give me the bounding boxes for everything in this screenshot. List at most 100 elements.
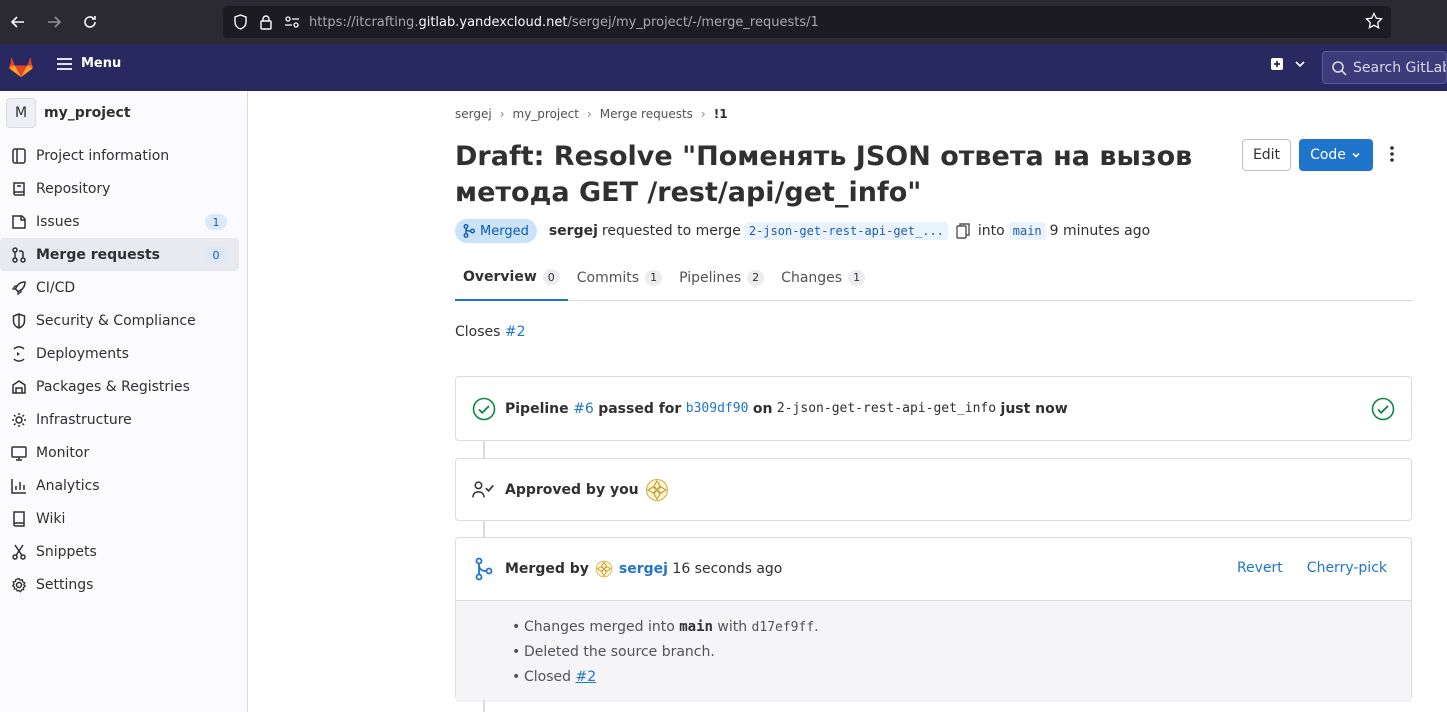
status-label: Merged xyxy=(480,223,529,239)
author-link[interactable]: sergej xyxy=(549,223,598,239)
chevron-down-icon xyxy=(1352,152,1360,158)
pipeline-branch[interactable]: 2-json-get-rest-api-get_info xyxy=(777,401,996,416)
timeline-connector xyxy=(483,700,485,712)
sidebar-item-monitor[interactable]: Monitor xyxy=(0,436,239,469)
url-path: /sergej/my_project/-/merge_requests/1 xyxy=(567,14,819,30)
sidebar-item-settings[interactable]: Settings xyxy=(0,568,239,601)
gitlab-topbar: Menu Search GitLab xyxy=(0,44,1447,91)
closes-text: Closes xyxy=(455,324,501,340)
tab-count: 0 xyxy=(542,269,560,285)
merged-actions: Revert Cherry-pick xyxy=(1237,560,1387,576)
sidebar-item-label: Monitor xyxy=(36,444,90,461)
user-avatar[interactable] xyxy=(645,478,669,502)
edit-button[interactable]: Edit xyxy=(1242,139,1291,171)
sidebar-item-security[interactable]: Security & Compliance xyxy=(0,304,239,337)
tab-count: 1 xyxy=(848,269,866,286)
search-input[interactable]: Search GitLab xyxy=(1322,51,1447,84)
closed-issue-link[interactable]: #2 xyxy=(575,669,596,685)
closes-issue-link[interactable]: #2 xyxy=(505,324,526,340)
sidebar-item-label: Repository xyxy=(36,180,111,197)
target-branch[interactable]: main xyxy=(1008,222,1046,240)
project-avatar: M xyxy=(6,98,36,128)
breadcrumb: sergej › my_project › Merge requests › !… xyxy=(455,107,728,121)
mr-meta: Merged sergej requested to merge 2-json-… xyxy=(455,219,1150,243)
project-header[interactable]: M my_project xyxy=(0,91,247,135)
source-branch[interactable]: 2-json-get-rest-api-get_... xyxy=(744,222,948,240)
forward-icon[interactable] xyxy=(36,0,72,44)
breadcrumb-separator-icon: › xyxy=(586,107,592,121)
stage-success-icon[interactable] xyxy=(1371,397,1395,425)
revert-button[interactable]: Revert xyxy=(1237,560,1283,576)
project-info-icon xyxy=(11,147,27,164)
lock-icon[interactable] xyxy=(253,6,279,38)
sidebar-item-label: Wiki xyxy=(36,510,66,527)
sidebar-item-issues[interactable]: Issues 1 xyxy=(0,205,239,238)
gitlab-logo-icon[interactable] xyxy=(8,53,34,83)
tab-label: Changes xyxy=(781,269,843,286)
merge-icon xyxy=(463,224,475,238)
copy-icon[interactable] xyxy=(956,223,970,239)
status-success-icon[interactable] xyxy=(472,397,496,421)
menu-button[interactable]: Menu xyxy=(56,56,121,71)
breadcrumb-current[interactable]: !1 xyxy=(714,107,728,121)
code-dropdown-button[interactable]: Code xyxy=(1299,139,1373,171)
more-actions-icon[interactable] xyxy=(1390,145,1394,167)
timeline-connector xyxy=(483,441,485,458)
reload-icon[interactable] xyxy=(72,0,108,44)
wiki-book-icon xyxy=(11,510,27,527)
pipeline-label: Pipeline xyxy=(505,400,569,417)
sidebar-item-wiki[interactable]: Wiki xyxy=(0,502,239,535)
back-icon[interactable] xyxy=(0,0,36,44)
shield-icon xyxy=(11,312,27,329)
plus-square-icon xyxy=(1271,58,1283,70)
sidebar-item-merge-requests[interactable]: Merge requests 0 xyxy=(0,238,239,271)
tab-overview[interactable]: Overview 0 xyxy=(455,255,568,301)
breadcrumb-project[interactable]: my_project xyxy=(513,107,579,121)
breadcrumb-user[interactable]: sergej xyxy=(455,107,492,121)
sidebar-item-analytics[interactable]: Analytics xyxy=(0,469,239,502)
tab-changes[interactable]: Changes 1 xyxy=(773,255,873,300)
with-text: with xyxy=(717,619,748,635)
user-avatar[interactable] xyxy=(595,560,613,578)
mr-description: Closes #2 xyxy=(455,324,526,340)
sidebar-item-repository[interactable]: Repository xyxy=(0,172,239,205)
sidebar-item-snippets[interactable]: Snippets xyxy=(0,535,239,568)
pipeline-link[interactable]: #6 xyxy=(573,401,594,417)
commit-link[interactable]: b309df90 xyxy=(686,401,749,416)
sidebar-item-ci-cd[interactable]: CI/CD xyxy=(0,271,239,304)
bookmark-star-icon[interactable] xyxy=(1365,12,1383,34)
sidebar-item-packages[interactable]: Packages & Registries xyxy=(0,370,239,403)
merged-by-user-link[interactable]: sergej xyxy=(619,561,668,577)
pipeline-widget: Pipeline #6 passed for b309df90 on 2-jso… xyxy=(455,376,1412,441)
timeline-connector xyxy=(483,521,485,538)
page-title: Draft: Resolve "Поменять JSON ответа на … xyxy=(455,139,1215,211)
sidebar-item-infrastructure[interactable]: Infrastructure xyxy=(0,403,239,436)
url-host: gitlab.yandexcloud.net xyxy=(418,14,568,30)
merge-commit[interactable]: d17ef9ff xyxy=(752,620,815,635)
sidebar-item-deployments[interactable]: Deployments xyxy=(0,337,239,370)
tab-pipelines[interactable]: Pipelines 2 xyxy=(671,255,772,300)
tab-commits[interactable]: Commits 1 xyxy=(569,255,670,300)
new-dropdown-button[interactable] xyxy=(1270,57,1306,71)
list-item: Changes merged into main with d17ef9ff. xyxy=(512,615,1411,640)
issues-count-badge: 1 xyxy=(205,214,227,230)
shield-icon[interactable] xyxy=(227,6,253,38)
sidebar-item-project-information[interactable]: Project information xyxy=(0,139,239,172)
tab-label: Pipelines xyxy=(679,269,742,286)
url-text[interactable]: https://itcrafting.gitlab.yandexcloud.ne… xyxy=(309,15,819,30)
merge-request-icon xyxy=(11,246,27,263)
tab-label: Commits xyxy=(576,269,640,286)
merged-widget: Merged by sergej 16 seconds ago Revert C… xyxy=(455,537,1412,702)
sidebar-item-label: Project information xyxy=(36,147,170,164)
cherry-pick-button[interactable]: Cherry-pick xyxy=(1307,560,1387,576)
monitor-icon xyxy=(11,445,27,461)
breadcrumb-merge-requests[interactable]: Merge requests xyxy=(600,107,693,121)
menu-label: Menu xyxy=(81,56,122,71)
merge-icon xyxy=(472,557,496,581)
code-label: Code xyxy=(1310,147,1346,163)
search-icon xyxy=(1332,60,1347,76)
permissions-icon[interactable] xyxy=(279,6,305,38)
url-prefix: https://itcrafting. xyxy=(309,14,419,30)
address-bar[interactable]: https://itcrafting.gitlab.yandexcloud.ne… xyxy=(223,6,1391,38)
hamburger-icon xyxy=(57,57,72,70)
